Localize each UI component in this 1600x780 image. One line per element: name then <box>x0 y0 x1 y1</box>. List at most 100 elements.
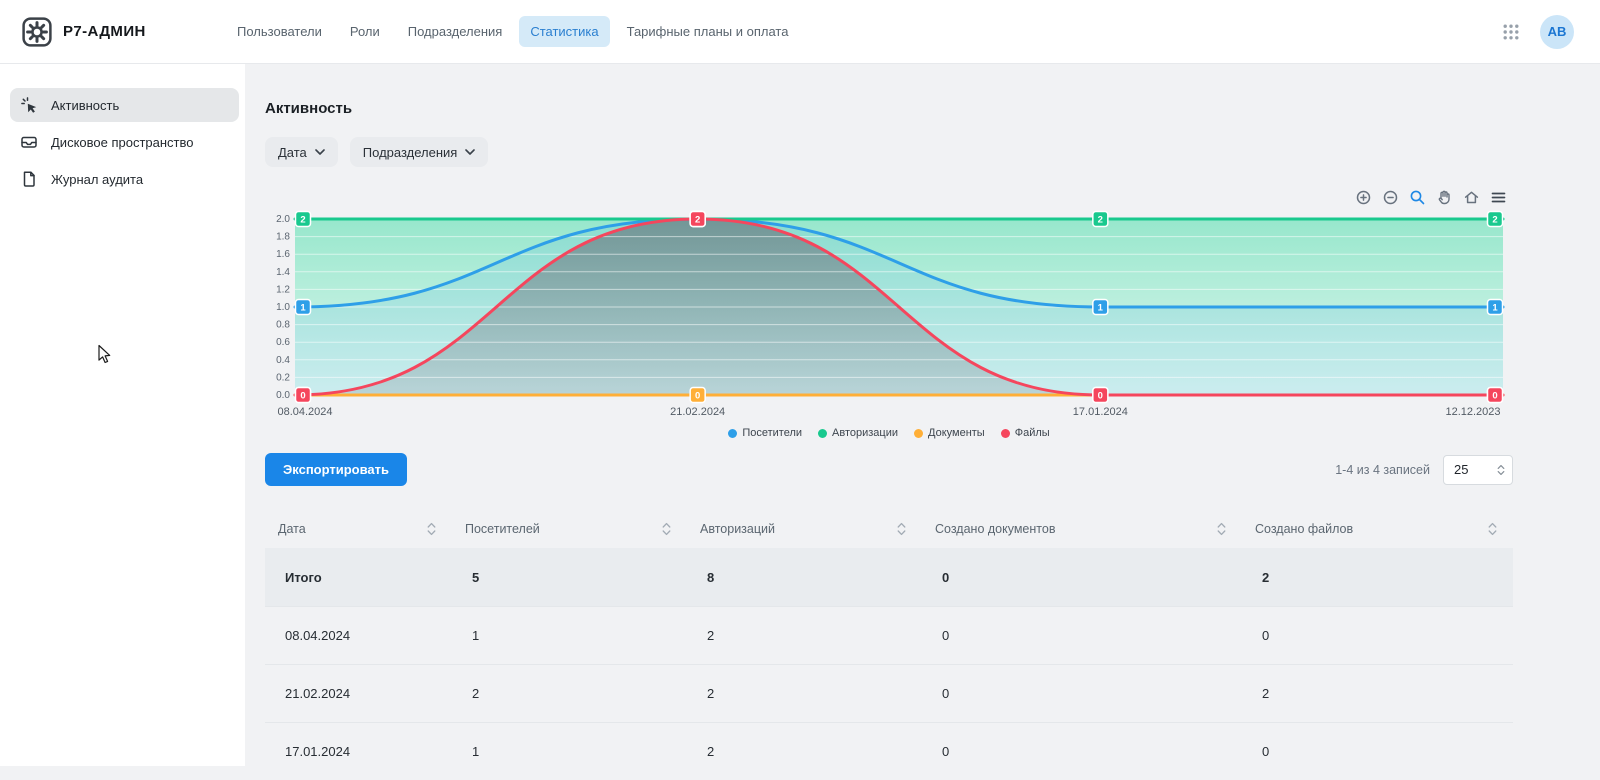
legend-dot <box>728 429 737 438</box>
top-right: АВ <box>1502 15 1600 49</box>
export-button[interactable]: Экспортировать <box>265 453 407 486</box>
svg-text:1.2: 1.2 <box>276 284 290 295</box>
table-row: 08.04.20241200 <box>265 606 1513 664</box>
top-bar: Р7-АДМИН ПользователиРолиПодразделенияСт… <box>0 0 1600 64</box>
sort-icon <box>897 522 906 536</box>
svg-text:0.2: 0.2 <box>276 372 290 383</box>
sidebar-item-3[interactable]: Журнал аудита <box>10 162 239 196</box>
chevron-down-icon <box>315 149 325 155</box>
cell-value: 0 <box>1242 628 1513 643</box>
svg-text:0: 0 <box>1492 390 1497 401</box>
legend-item[interactable]: Посетители <box>728 427 802 439</box>
spinner-icon <box>1497 464 1505 476</box>
filter-chip-2[interactable]: Подразделения <box>350 137 489 167</box>
top-nav: ПользователиРолиПодразделенияСтатистикаТ… <box>226 16 799 47</box>
cell-value: 0 <box>922 570 1242 585</box>
svg-text:0: 0 <box>695 390 700 401</box>
nav-item-5[interactable]: Тарифные планы и оплата <box>616 16 800 47</box>
chart-toolbar <box>265 189 1507 207</box>
filters: Дата Подразделения <box>265 137 1513 167</box>
sidebar-item-1[interactable]: Активность <box>10 88 239 122</box>
activity-table: Дата Посетителей Авторизаций Создано докуме… <box>265 510 1513 780</box>
legend-item[interactable]: Авторизации <box>818 427 898 439</box>
svg-text:17.01.2024: 17.01.2024 <box>1073 406 1128 418</box>
legend-dot <box>1001 429 1010 438</box>
column-header-label: Авторизаций <box>700 522 775 536</box>
sidebar-item-2[interactable]: Дисковое пространство <box>10 125 239 159</box>
point-label: 1 <box>1488 300 1503 315</box>
cell-value: 2 <box>687 628 922 643</box>
sidebar: Активность Дисковое пространство Журнал ау… <box>0 64 245 766</box>
table-body: Итого580208.04.2024120021.02.2024220217.… <box>265 548 1513 780</box>
svg-text:2: 2 <box>695 214 700 225</box>
legend-item[interactable]: Документы <box>914 427 985 439</box>
activity-cursor-icon <box>20 96 38 114</box>
zoom-in-icon[interactable] <box>1355 189 1372 206</box>
point-label: 0 <box>1093 388 1108 403</box>
legend-label: Авторизации <box>832 427 898 439</box>
legend-dot <box>818 429 827 438</box>
activity-chart-card: 0.00.20.40.60.81.01.21.41.61.82.01211222… <box>265 189 1513 439</box>
page-size-value: 25 <box>1454 462 1468 477</box>
column-header-4[interactable]: Создано документов <box>922 522 1242 536</box>
column-header-5[interactable]: Создано файлов <box>1242 522 1513 536</box>
sidebar-item-label: Активность <box>51 98 119 113</box>
legend-label: Документы <box>928 427 985 439</box>
svg-text:0: 0 <box>1098 390 1103 401</box>
page-title: Активность <box>265 100 1513 117</box>
zoom-out-icon[interactable] <box>1382 189 1399 206</box>
cell-value: 2 <box>1242 686 1513 701</box>
column-header-2[interactable]: Посетителей <box>452 522 687 536</box>
point-label: 0 <box>1488 388 1503 403</box>
point-label: 2 <box>296 212 311 227</box>
svg-text:08.04.2024: 08.04.2024 <box>277 406 332 418</box>
cell-value: 0 <box>1242 744 1513 759</box>
column-header-3[interactable]: Авторизаций <box>687 522 922 536</box>
legend-item[interactable]: Файлы <box>1001 427 1050 439</box>
brand-name: Р7-АДМИН <box>63 23 146 40</box>
filter-chip-1[interactable]: Дата <box>265 137 338 167</box>
pan-icon[interactable] <box>1436 189 1453 206</box>
column-header-1[interactable]: Дата <box>265 522 452 536</box>
brand: Р7-АДМИН <box>0 17 210 47</box>
cell-value: 1 <box>452 744 687 759</box>
nav-item-4[interactable]: Статистика <box>519 16 609 47</box>
svg-text:21.02.2024: 21.02.2024 <box>670 406 725 418</box>
home-icon[interactable] <box>1463 189 1480 206</box>
svg-text:12.12.2023: 12.12.2023 <box>1445 406 1500 418</box>
cell-value: 5 <box>452 570 687 585</box>
svg-text:2: 2 <box>300 214 305 225</box>
audit-log-icon <box>20 170 38 188</box>
nav-item-3[interactable]: Подразделения <box>397 16 514 47</box>
apps-grid-icon[interactable] <box>1502 23 1520 41</box>
avatar[interactable]: АВ <box>1540 15 1574 49</box>
filter-chip-label: Дата <box>278 145 307 160</box>
cell-date: Итого <box>265 570 452 585</box>
nav-item-2[interactable]: Роли <box>339 16 391 47</box>
cell-date: 08.04.2024 <box>265 628 452 643</box>
disk-icon <box>20 133 38 151</box>
cell-value: 0 <box>922 686 1242 701</box>
search-zoom-icon[interactable] <box>1409 189 1426 206</box>
nav-item-1[interactable]: Пользователи <box>226 16 333 47</box>
svg-text:0.0: 0.0 <box>276 390 290 401</box>
point-label: 0 <box>296 388 311 403</box>
point-label: 0 <box>690 388 705 403</box>
point-label: 2 <box>1093 212 1108 227</box>
table-header: Дата Посетителей Авторизаций Создано докуме… <box>265 510 1513 548</box>
svg-text:0.8: 0.8 <box>276 320 290 331</box>
svg-text:1.6: 1.6 <box>276 249 290 260</box>
legend-dot <box>914 429 923 438</box>
page-size-select[interactable]: 25 <box>1443 455 1513 485</box>
column-header-label: Посетителей <box>465 522 540 536</box>
svg-text:1.0: 1.0 <box>276 302 290 313</box>
cell-value: 0 <box>922 628 1242 643</box>
svg-text:0.4: 0.4 <box>276 355 290 366</box>
cell-value: 2 <box>687 744 922 759</box>
cell-value: 0 <box>922 744 1242 759</box>
sidebar-item-label: Журнал аудита <box>51 172 143 187</box>
sort-icon <box>1217 522 1226 536</box>
menu-icon[interactable] <box>1490 189 1507 206</box>
controls-row: Экспортировать 1-4 из 4 записей 25 <box>265 453 1513 486</box>
cell-value: 2 <box>452 686 687 701</box>
